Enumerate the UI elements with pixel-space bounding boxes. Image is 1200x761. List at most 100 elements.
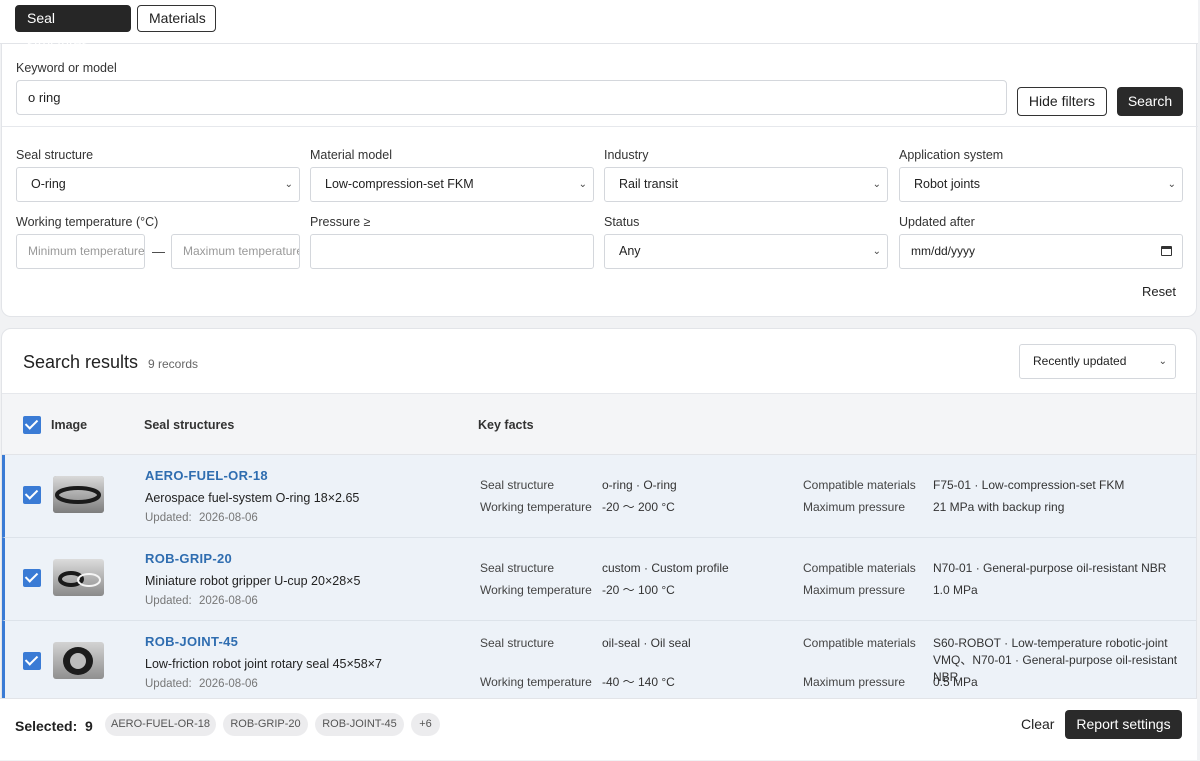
fact-key: Compatible materials (803, 561, 916, 575)
date-placeholder: mm/dd/yyyy (911, 244, 976, 258)
fact-key: Maximum pressure (803, 675, 906, 689)
material-select[interactable]: Low-compression-set FKM ⌄ (310, 167, 594, 202)
chevron-down-icon: ⌄ (284, 179, 293, 190)
updated-label: Updated after (899, 215, 975, 229)
seal-structure-select[interactable]: O-ring ⌄ (16, 167, 300, 202)
chevron-down-icon: ⌄ (1167, 179, 1176, 190)
row-updated-label: Updated: (145, 512, 192, 524)
fact-key: Working temperature (480, 500, 592, 514)
row-code[interactable]: ROB-JOINT-45 (145, 634, 238, 649)
row-checkbox[interactable] (23, 486, 41, 504)
keyword-input[interactable]: o ring (16, 80, 1007, 115)
application-select[interactable]: Robot joints ⌄ (899, 167, 1183, 202)
industry-select[interactable]: Rail transit ⌄ (604, 167, 888, 202)
fact-value: oil-seal · Oil seal (602, 636, 691, 650)
material-label: Material model (310, 148, 392, 162)
selected-chip[interactable]: AERO-FUEL-OR-18 (105, 713, 216, 736)
row-code[interactable]: ROB-GRIP-20 (145, 551, 232, 566)
pressure-label: Pressure ≥ (310, 215, 371, 229)
row-updated-date: 2026-08-06 (199, 595, 258, 607)
temp-label: Working temperature (°C) (16, 215, 159, 229)
row-updated-date: 2026-08-06 (199, 512, 258, 524)
selected-chip[interactable]: ROB-GRIP-20 (223, 713, 308, 736)
seal-structure-value: O-ring (31, 177, 66, 191)
fact-value: 1.0 MPa (933, 583, 978, 597)
material-value: Low-compression-set FKM (325, 177, 474, 191)
filter-panel: Keyword or model o ring Hide filters Sea… (1, 44, 1198, 317)
seal-structure-label: Seal structure (16, 148, 94, 162)
selected-count: 9 (85, 718, 93, 734)
table-header: Image Seal structures Key facts (2, 393, 1196, 455)
fact-value: 21 MPa with backup ring (933, 500, 1065, 514)
fact-value: -20 ～ 100 °C (602, 583, 675, 597)
chevron-down-icon: ⌄ (872, 246, 881, 257)
application-label: Application system (899, 148, 1004, 162)
rotary-seal-image (53, 642, 104, 679)
results-count: 9 records (148, 357, 199, 371)
keyword-label: Keyword or model (16, 61, 117, 75)
chevron-down-icon: ⌄ (872, 179, 881, 190)
temp-max-input[interactable]: Maximum temperature (171, 234, 300, 269)
industry-label: Industry (604, 148, 649, 162)
reset-link[interactable]: Reset (1142, 284, 1176, 299)
product-image (53, 476, 104, 513)
o-ring-image (53, 476, 104, 513)
hide-filters-button[interactable]: Hide filters (1017, 87, 1107, 116)
row-checkbox[interactable] (23, 652, 41, 670)
fact-key: Working temperature (480, 675, 592, 689)
col-seal-structures: Seal structures (144, 418, 235, 432)
results-title: Search results (23, 352, 139, 372)
selected-label: Selected: 9 (15, 718, 93, 734)
row-desc: Low-friction robot joint rotary seal 45×… (145, 657, 382, 671)
row-checkbox[interactable] (23, 569, 41, 587)
updated-date-input[interactable]: mm/dd/yyyy (899, 234, 1183, 269)
selected-chip[interactable]: ROB-JOINT-45 (315, 713, 404, 736)
fact-key: Working temperature (480, 583, 592, 597)
application-value: Robot joints (914, 177, 981, 191)
table-row[interactable]: AERO-FUEL-OR-18 Aerospace fuel-system O-… (2, 455, 1196, 538)
status-select[interactable]: Any ⌄ (604, 234, 888, 269)
fact-value: F75-01 · Low-compression-set FKM (933, 478, 1125, 492)
calendar-icon[interactable] (1161, 246, 1172, 256)
fact-key: Seal structure (480, 636, 555, 650)
fact-value: 0.5 MPa (933, 675, 978, 689)
row-code[interactable]: AERO-FUEL-OR-18 (145, 468, 268, 483)
clear-button[interactable]: Clear (1021, 716, 1054, 732)
fact-key: Compatible materials (803, 636, 916, 650)
select-all-checkbox[interactable] (23, 416, 41, 434)
fact-key: Seal structure (480, 478, 555, 492)
selection-bar: Selected: 9 AERO-FUEL-OR-18 ROB-GRIP-20 … (0, 698, 1197, 760)
col-key-facts: Key facts (478, 418, 534, 432)
row-updated-label: Updated: (145, 595, 192, 607)
fact-key: Maximum pressure (803, 583, 906, 597)
fact-value: -40 ～ 140 °C (602, 675, 675, 689)
report-settings-button[interactable]: Report settings (1065, 710, 1182, 739)
range-dash: — (152, 244, 165, 259)
tab-materials[interactable]: Materials (137, 5, 216, 32)
fact-value: custom · Custom profile (602, 561, 729, 575)
row-desc: Aerospace fuel-system O-ring 18×2.65 (145, 491, 360, 505)
pressure-input[interactable] (310, 234, 594, 269)
sort-select[interactable]: Recently updated ⌄ (1019, 344, 1176, 379)
row-desc: Miniature robot gripper U-cup 20×28×5 (145, 574, 361, 588)
col-image: Image (51, 418, 88, 432)
table-row[interactable]: ROB-GRIP-20 Miniature robot gripper U-cu… (2, 538, 1196, 621)
temp-min-input[interactable]: Minimum temperature (16, 234, 145, 269)
more-chip[interactable]: +6 (411, 713, 440, 736)
fact-key: Compatible materials (803, 478, 916, 492)
row-updated-date: 2026-08-06 (199, 678, 258, 690)
chevron-down-icon: ⌄ (1158, 356, 1167, 367)
top-tabs: Seal structures Materials (0, 0, 1198, 51)
table-row[interactable]: ROB-JOINT-45 Low-friction robot joint ro… (2, 621, 1196, 701)
product-image (53, 559, 104, 596)
status-value: Any (619, 244, 641, 258)
sort-value: Recently updated (1033, 354, 1127, 368)
divider (2, 126, 1198, 127)
row-updated-label: Updated: (145, 678, 192, 690)
fact-key: Maximum pressure (803, 500, 906, 514)
chevron-down-icon: ⌄ (578, 179, 587, 190)
search-button[interactable]: Search (1117, 87, 1183, 116)
tab-seal-structures[interactable]: Seal structures (15, 5, 131, 51)
fact-value: o-ring · O-ring (602, 478, 677, 492)
results-panel: Search results 9 records Recently update… (1, 328, 1197, 760)
